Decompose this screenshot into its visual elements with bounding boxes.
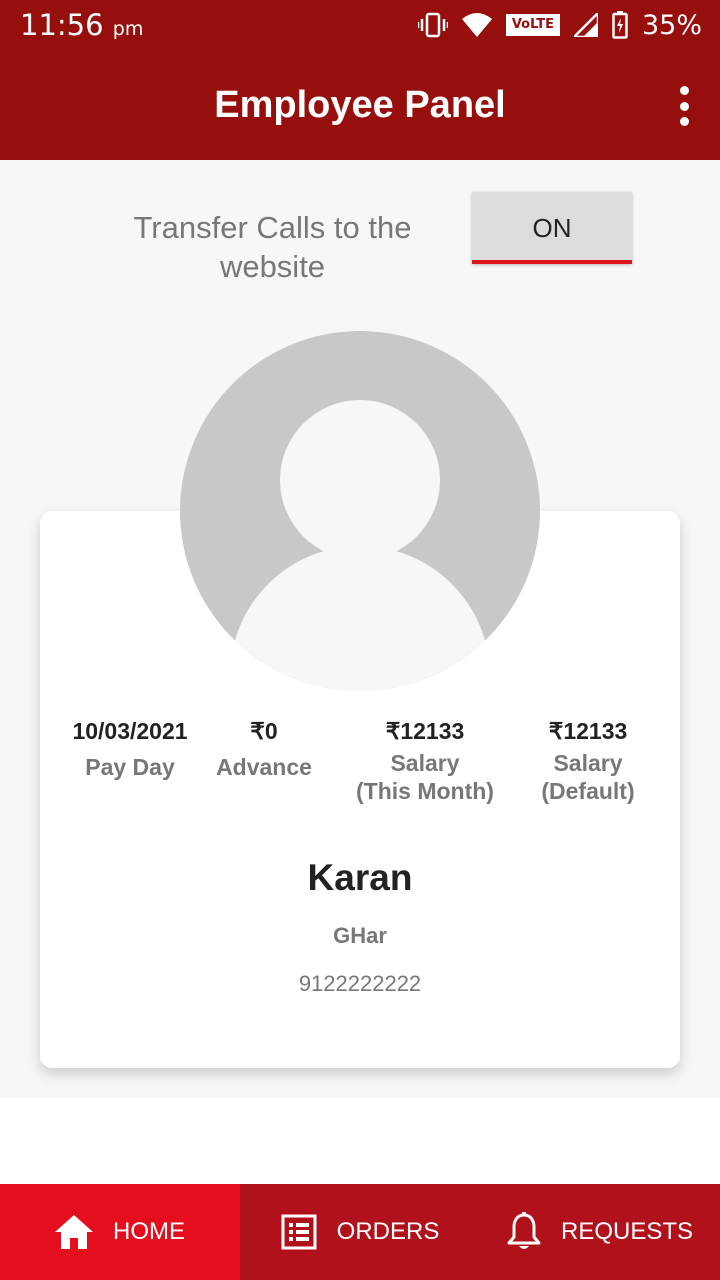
- more-vert-icon[interactable]: [676, 86, 692, 126]
- status-time: 11:56 pm: [20, 8, 143, 42]
- stat-salary-this-month: ₹12133 Salary (This Month): [340, 717, 510, 805]
- nav-requests-label: REQUESTS: [560, 1218, 694, 1245]
- nav-orders-label: ORDERS: [336, 1218, 440, 1245]
- battery-icon: [612, 11, 628, 39]
- stat-salary-default: ₹12133 Salary (Default): [520, 717, 656, 805]
- menu-dot: [679, 117, 689, 126]
- transfer-calls-label: Transfer Calls to the website: [133, 210, 412, 284]
- list-icon: [281, 1214, 317, 1250]
- stat-label: Salary (Default): [541, 750, 635, 804]
- status-time-ampm: pm: [112, 18, 144, 40]
- wifi-icon: [461, 13, 492, 37]
- battery-percent: 35%: [641, 9, 702, 41]
- volte-badge: VoLTE: [505, 14, 560, 36]
- employee-phone: 9122222222: [298, 971, 422, 996]
- page-title: Employee Panel: [214, 84, 506, 126]
- transfer-calls-toggle[interactable]: ON: [472, 192, 632, 264]
- bottom-navigation: HOME ORDERS REQUESTS: [0, 1184, 720, 1280]
- signal-icon: [573, 13, 598, 37]
- nav-requests[interactable]: REQUESTS: [480, 1184, 720, 1280]
- menu-dot: [679, 101, 689, 111]
- stat-advance: ₹0 Advance: [204, 717, 324, 781]
- status-time-value: 11:56: [20, 8, 104, 42]
- stat-label: Salary (This Month): [356, 750, 494, 804]
- stat-value: ₹12133: [385, 718, 465, 744]
- employee-location: GHar: [333, 923, 387, 948]
- stat-pay-day: 10/03/2021 Pay Day: [56, 717, 204, 781]
- stat-value: 10/03/2021: [72, 718, 188, 744]
- nav-orders[interactable]: ORDERS: [240, 1184, 480, 1280]
- person-placeholder-body: [230, 546, 490, 691]
- person-placeholder-icon: [280, 400, 440, 560]
- app-bar: Employee Panel: [0, 52, 720, 160]
- stat-label: Advance: [216, 754, 312, 780]
- status-bar: 11:56 pm VoLTE 35%: [0, 0, 720, 52]
- status-icons: VoLTE 35%: [417, 8, 702, 42]
- home-icon: [55, 1215, 93, 1249]
- employee-name: Karan: [307, 857, 413, 898]
- menu-dot: [679, 86, 689, 95]
- nav-home-label: HOME: [113, 1218, 185, 1245]
- bell-icon: [507, 1212, 541, 1252]
- avatar: [180, 331, 540, 691]
- main-content: Transfer Calls to the website ON 10/03/2…: [0, 160, 720, 1098]
- vibrate-icon: [417, 12, 448, 38]
- stat-label: Pay Day: [85, 754, 175, 780]
- nav-home[interactable]: HOME: [0, 1184, 240, 1280]
- stat-value: ₹12133: [548, 718, 628, 744]
- stat-value: ₹0: [250, 718, 278, 744]
